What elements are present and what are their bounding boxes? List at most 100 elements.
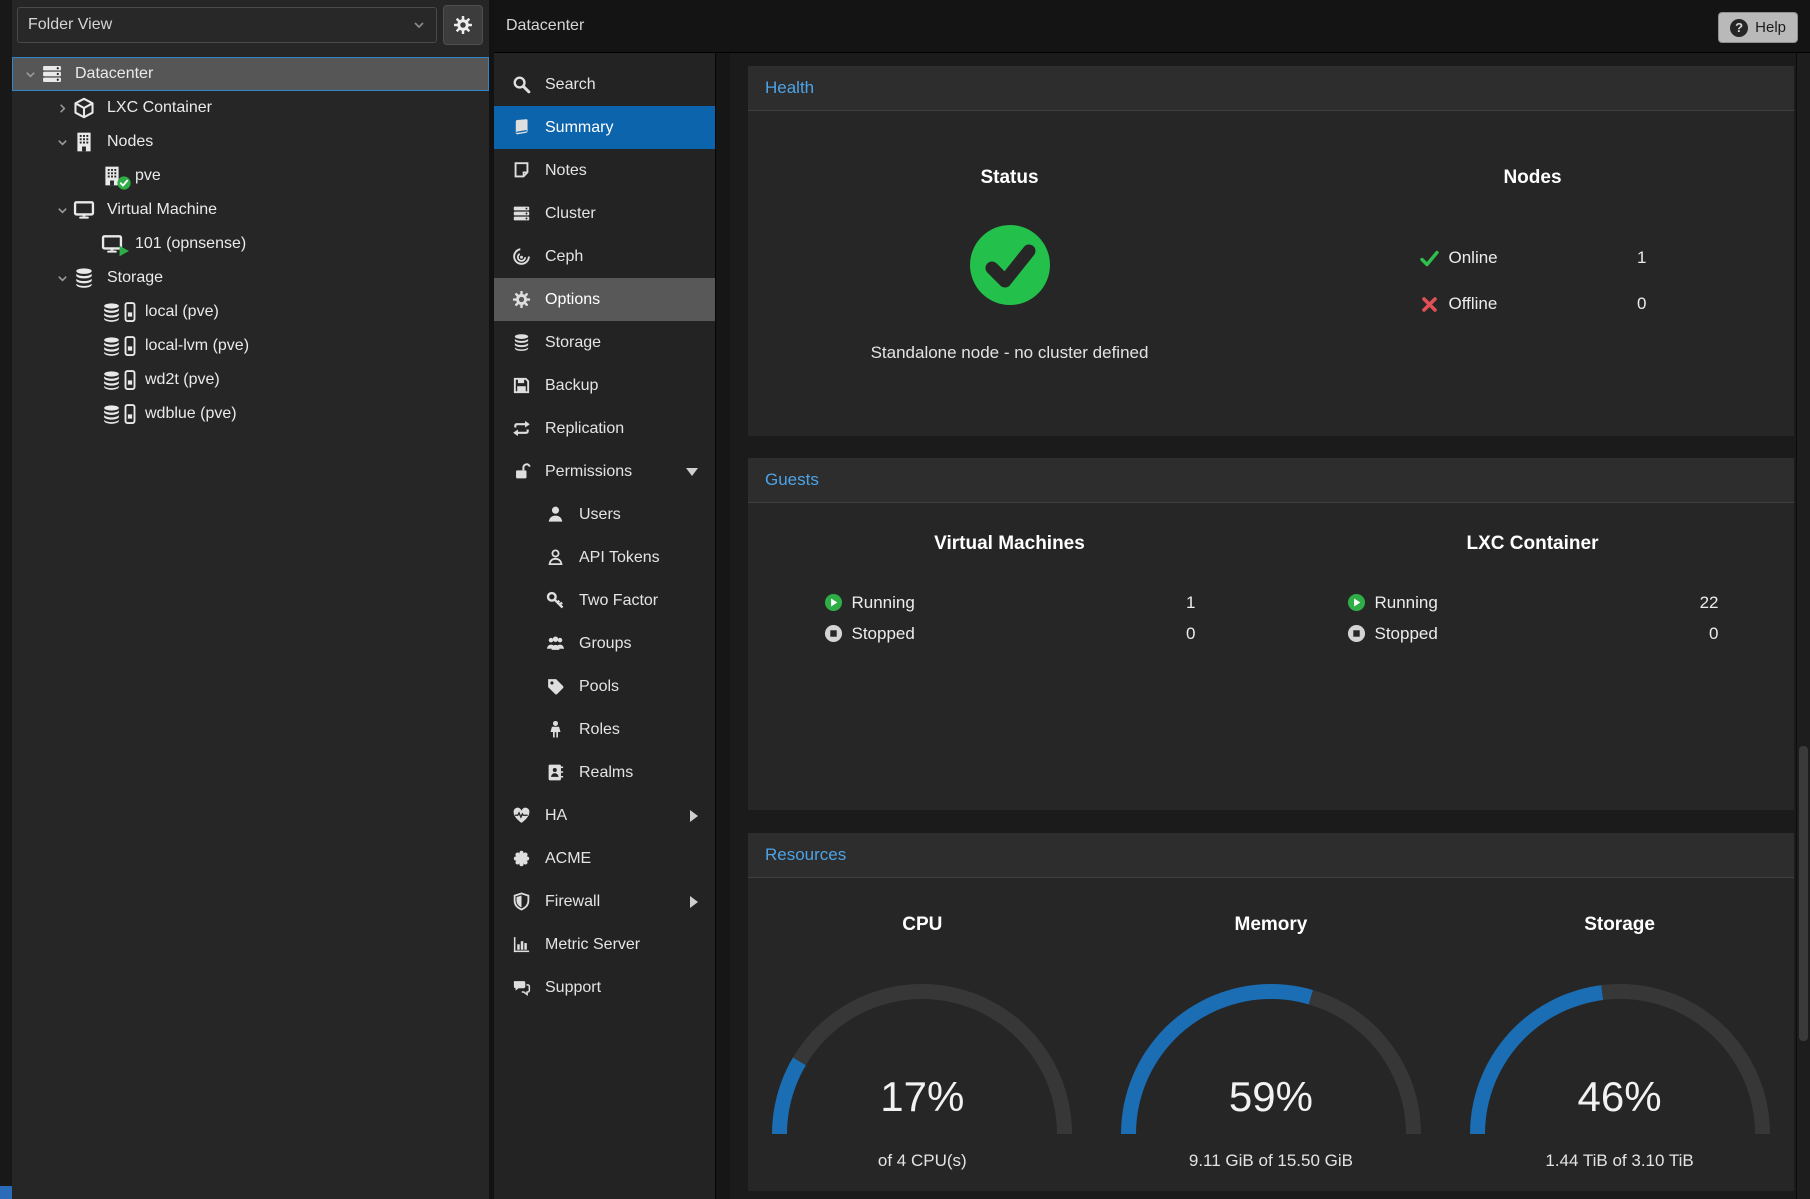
lxc-heading: LXC Container [1467,533,1599,555]
page-title: Datacenter [506,17,584,35]
vertical-scrollbar[interactable] [1796,53,1810,1199]
lxc-stopped-row: Stopped 0 [1347,618,1719,649]
address-book-icon [545,762,566,783]
nav-item-replication[interactable]: Replication [494,407,715,450]
summary-content: Health Status Standalone node - no clust… [730,53,1797,1199]
nav-item-groups[interactable]: Groups [494,622,715,665]
nav-item-ceph[interactable]: Ceph [494,235,715,278]
offline-value: 0 [1637,294,1646,314]
storage-disk-icon [101,370,137,391]
tree-item-virtual-machine[interactable]: Virtual Machine [12,193,489,227]
tree-item-vm-101[interactable]: 101 (opnsense) [12,227,489,261]
chevron-down-icon[interactable] [19,68,41,81]
vm-running-row: Running 1 [824,587,1196,618]
storage-heading: Storage [1584,914,1655,936]
nav-item-acme[interactable]: ACME [494,837,715,880]
bar-chart-icon [511,934,532,955]
gear-icon [453,15,473,35]
storage-gauge: 46% [1470,984,1770,1135]
database-icon [73,267,99,289]
lxc-running-row: Running 22 [1347,587,1719,618]
vm-stopped-label: Stopped [852,624,915,644]
tree-item-storage-wd2t[interactable]: wd2t (pve) [12,363,489,397]
nav-item-summary[interactable]: Summary [494,106,715,149]
tree-item-nodes[interactable]: Nodes [12,125,489,159]
tree-item-storage-local[interactable]: local (pve) [12,295,489,329]
health-panel: Health Status Standalone node - no clust… [748,66,1794,436]
chevron-down-icon[interactable] [51,136,73,149]
nodes-online-row: Online 1 [1419,235,1647,281]
cpu-percent: 17% [772,1073,1072,1121]
vm-running-label: Running [852,593,915,613]
nav-item-firewall[interactable]: Firewall [494,880,715,923]
tag-icon [545,676,566,697]
tree-item-datacenter[interactable]: Datacenter [12,57,489,91]
tree-item-storage-wdblue[interactable]: wdblue (pve) [12,397,489,431]
building-icon [73,131,99,153]
nav-item-storage[interactable]: Storage [494,321,715,364]
building-online-icon [101,165,127,187]
view-selector-value: Folder View [28,16,412,34]
tree-item-pve[interactable]: pve [12,159,489,193]
memory-percent: 59% [1121,1073,1421,1121]
nav-item-pools[interactable]: Pools [494,665,715,708]
running-icon [824,593,843,612]
search-icon [511,74,532,95]
nav-item-roles[interactable]: Roles [494,708,715,751]
storage-sub-label: 1.44 TiB of 3.10 TiB [1545,1151,1693,1171]
cross-icon [1419,293,1441,315]
ceph-icon [511,246,532,267]
nav-item-realms[interactable]: Realms [494,751,715,794]
online-label: Online [1449,248,1498,268]
help-button[interactable]: ? Help [1718,12,1798,43]
nav-item-notes[interactable]: Notes [494,149,715,192]
note-icon [511,160,532,181]
status-heading: Status [980,167,1038,189]
chevron-right-icon[interactable] [51,102,73,115]
tree-item-storage[interactable]: Storage [12,261,489,295]
storage-disk-icon [101,302,137,323]
chevron-down-icon[interactable] [51,204,73,217]
chevron-down-icon[interactable] [51,272,73,285]
window-gutter [0,0,12,1199]
scrollbar-thumb[interactable] [1799,746,1808,1041]
nav-item-users[interactable]: Users [494,493,715,536]
nav-item-two-factor[interactable]: Two Factor [494,579,715,622]
check-icon [1419,247,1441,269]
cpu-gauge: 17% [772,984,1072,1135]
cube-icon [73,97,99,119]
server-stack-icon [511,203,532,224]
running-icon [1347,593,1366,612]
tree-item-storage-local-lvm[interactable]: local-lvm (pve) [12,329,489,363]
nav-item-api-tokens[interactable]: API Tokens [494,536,715,579]
nav-item-backup[interactable]: Backup [494,364,715,407]
nav-item-permissions[interactable]: Permissions [494,450,715,493]
view-selector[interactable]: Folder View [17,7,437,43]
collapse-arrow-icon[interactable] [686,468,698,476]
monitor-running-icon [101,233,127,255]
resources-panel-title: Resources [748,833,1794,878]
vm-heading: Virtual Machines [934,533,1085,555]
storage-disk-icon [101,404,137,425]
nav-item-ha[interactable]: HA [494,794,715,837]
key-icon [545,590,566,611]
vm-running-value: 1 [1186,593,1195,613]
nav-item-support[interactable]: Support [494,966,715,1009]
tree-item-lxc-container[interactable]: LXC Container [12,91,489,125]
shield-icon [511,891,532,912]
guests-panel-title: Guests [748,458,1794,503]
nav-item-cluster[interactable]: Cluster [494,192,715,235]
tree-settings-button[interactable] [443,5,483,45]
expand-arrow-icon[interactable] [690,896,698,908]
tree-toolbar: Folder View [12,0,489,49]
offline-label: Offline [1449,294,1498,314]
running-play-badge-icon [117,244,131,258]
nav-item-search[interactable]: Search [494,63,715,106]
nav-item-metric-server[interactable]: Metric Server [494,923,715,966]
lxc-stats: Running 22 Stopped 0 [1347,587,1719,649]
floppy-icon [511,375,532,396]
online-check-badge-icon [117,176,131,190]
nav-item-options[interactable]: Options [494,278,715,321]
expand-arrow-icon[interactable] [690,810,698,822]
storage-percent: 46% [1470,1073,1770,1121]
